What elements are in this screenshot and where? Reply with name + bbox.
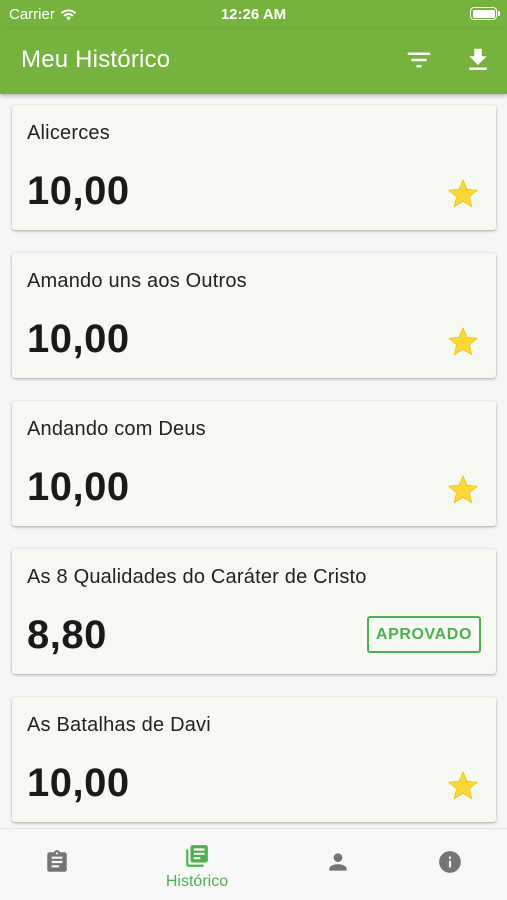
bottom-navigation: Histórico (0, 828, 507, 900)
clipboard-icon (47, 850, 67, 872)
history-list[interactable]: Alicerces 10,00 Amando uns aos Outros 10… (0, 94, 507, 828)
history-card[interactable]: As Batalhas de Davi 10,00 (12, 697, 496, 822)
course-grade: 8,80 (27, 613, 107, 657)
history-card[interactable]: Andando com Deus 10,00 (12, 401, 496, 526)
course-title: Alicerces (27, 122, 110, 144)
history-icon (186, 845, 208, 867)
download-icon (469, 48, 487, 70)
status-bar: Carrier 12:26 AM (0, 0, 507, 28)
star-icon (448, 327, 478, 356)
info-icon (439, 851, 461, 873)
course-grade: 10,00 (27, 465, 130, 509)
star-icon (448, 179, 478, 208)
course-grade: 10,00 (27, 169, 130, 213)
course-grade: 10,00 (27, 761, 130, 805)
course-title: As 8 Qualidades do Caráter de Cristo (27, 566, 367, 588)
nav-item-tasks[interactable] (0, 829, 120, 900)
star-icon (448, 475, 478, 504)
star-icon (448, 771, 478, 800)
status-badge: APROVADO (366, 616, 481, 653)
nav-item-info[interactable] (387, 829, 507, 900)
filter-icon (407, 52, 431, 68)
filter-button[interactable] (404, 45, 434, 75)
app-bar: Meu Histórico (0, 28, 507, 94)
nav-item-profile[interactable] (275, 829, 401, 900)
course-title: Amando uns aos Outros (27, 270, 247, 292)
course-title: Andando com Deus (27, 418, 206, 440)
course-grade: 10,00 (27, 317, 130, 361)
history-card[interactable]: As 8 Qualidades do Caráter de Cristo 8,8… (12, 549, 496, 674)
course-title: As Batalhas de Davi (27, 714, 211, 736)
nav-item-history[interactable]: Histórico (134, 829, 260, 900)
page-title: Meu Histórico (21, 46, 171, 73)
battery-icon (470, 7, 500, 20)
history-card[interactable]: Alicerces 10,00 (12, 105, 496, 230)
clock: 12:26 AM (220, 6, 287, 23)
history-card[interactable]: Amando uns aos Outros 10,00 (12, 253, 496, 378)
download-button[interactable] (463, 45, 493, 75)
nav-label-history: Histórico (165, 873, 229, 890)
person-icon (329, 853, 347, 871)
